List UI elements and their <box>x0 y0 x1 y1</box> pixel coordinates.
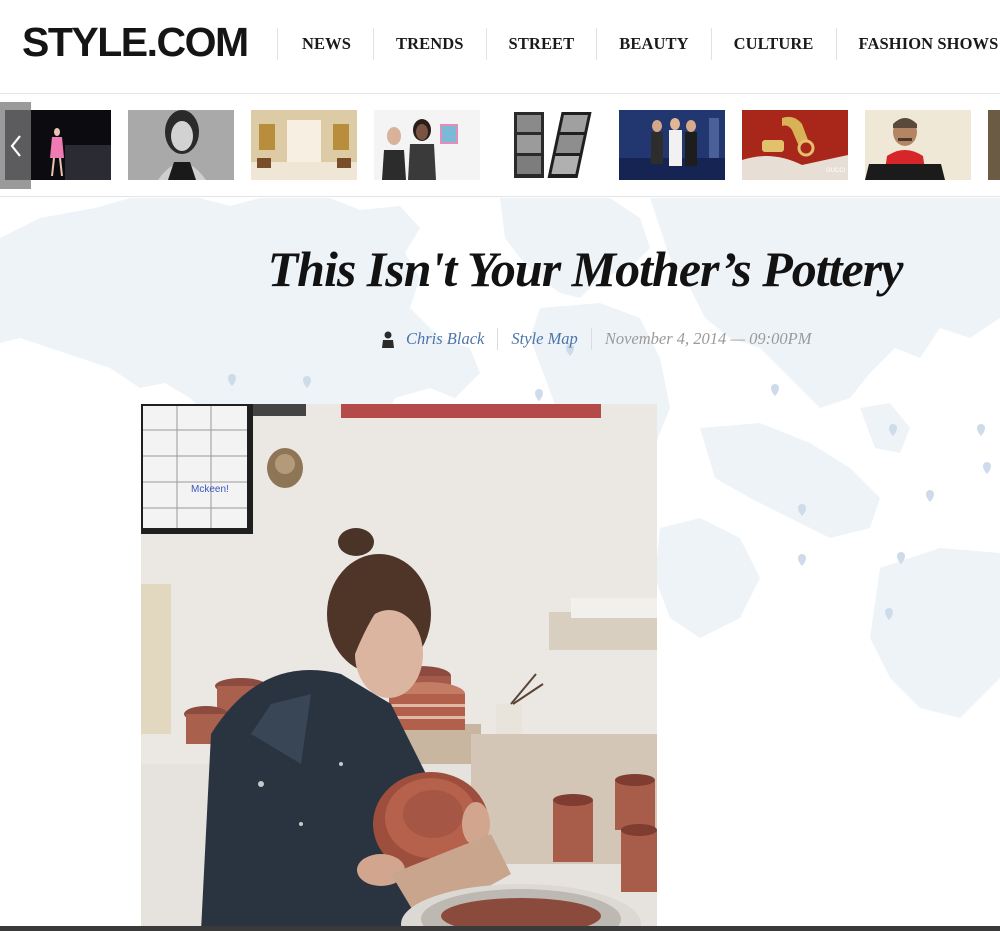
site-header: STYLE.COM NEWS TRENDS STREET BEAUTY CULT… <box>0 0 1000 94</box>
thumbnail-photo-strip[interactable] <box>512 110 618 180</box>
meta-divider <box>590 328 592 350</box>
site-logo[interactable]: STYLE.COM <box>22 18 249 66</box>
nav-culture[interactable]: CULTURE <box>712 28 837 60</box>
meta-divider <box>497 328 499 350</box>
svg-text:GUCCI: GUCCI <box>826 168 846 174</box>
chevron-left-icon <box>10 134 21 157</box>
author-avatar-icon <box>382 331 394 348</box>
thumbnail-bw-portrait[interactable] <box>128 110 234 180</box>
article-meta: Chris Black Style Map November 4, 2014 —… <box>380 327 812 351</box>
thumbnail-two-women[interactable] <box>374 110 480 180</box>
article-date: November 4, 2014 — 09:00PM <box>604 329 812 348</box>
nav-beauty[interactable]: BEAUTY <box>597 28 712 60</box>
section-link[interactable]: Style Map <box>511 329 577 349</box>
bottom-scroll-bar <box>0 926 1000 931</box>
thumbnail-gallery-interior[interactable] <box>251 110 357 180</box>
nav-news[interactable]: NEWS <box>280 28 374 60</box>
article-hero-image: Mckeen! <box>141 404 657 931</box>
svg-text:Mckeen!: Mckeen! <box>191 484 229 495</box>
nav-street[interactable]: STREET <box>487 28 598 60</box>
nav-trends[interactable]: TRENDS <box>374 28 487 60</box>
logo-divider <box>277 28 278 60</box>
author-link[interactable]: Chris Black <box>406 329 484 349</box>
thumbnail-man-red-scarf[interactable] <box>865 110 971 180</box>
carousel-prev-button[interactable] <box>0 102 31 189</box>
thumbnail-gucci[interactable]: GUCCI <box>742 110 848 180</box>
main-nav: NEWS TRENDS STREET BEAUTY CULTURE FASHIO… <box>280 28 998 60</box>
nav-fashion-shows[interactable]: FASHION SHOWS <box>837 28 999 60</box>
thumbnail-partial[interactable] <box>988 110 1000 180</box>
thumbnail-party-group[interactable] <box>619 110 725 180</box>
thumbnail-carousel: GUCCI <box>0 95 1000 197</box>
article-title: This Isn't Your Mother’s Pottery <box>267 241 904 297</box>
